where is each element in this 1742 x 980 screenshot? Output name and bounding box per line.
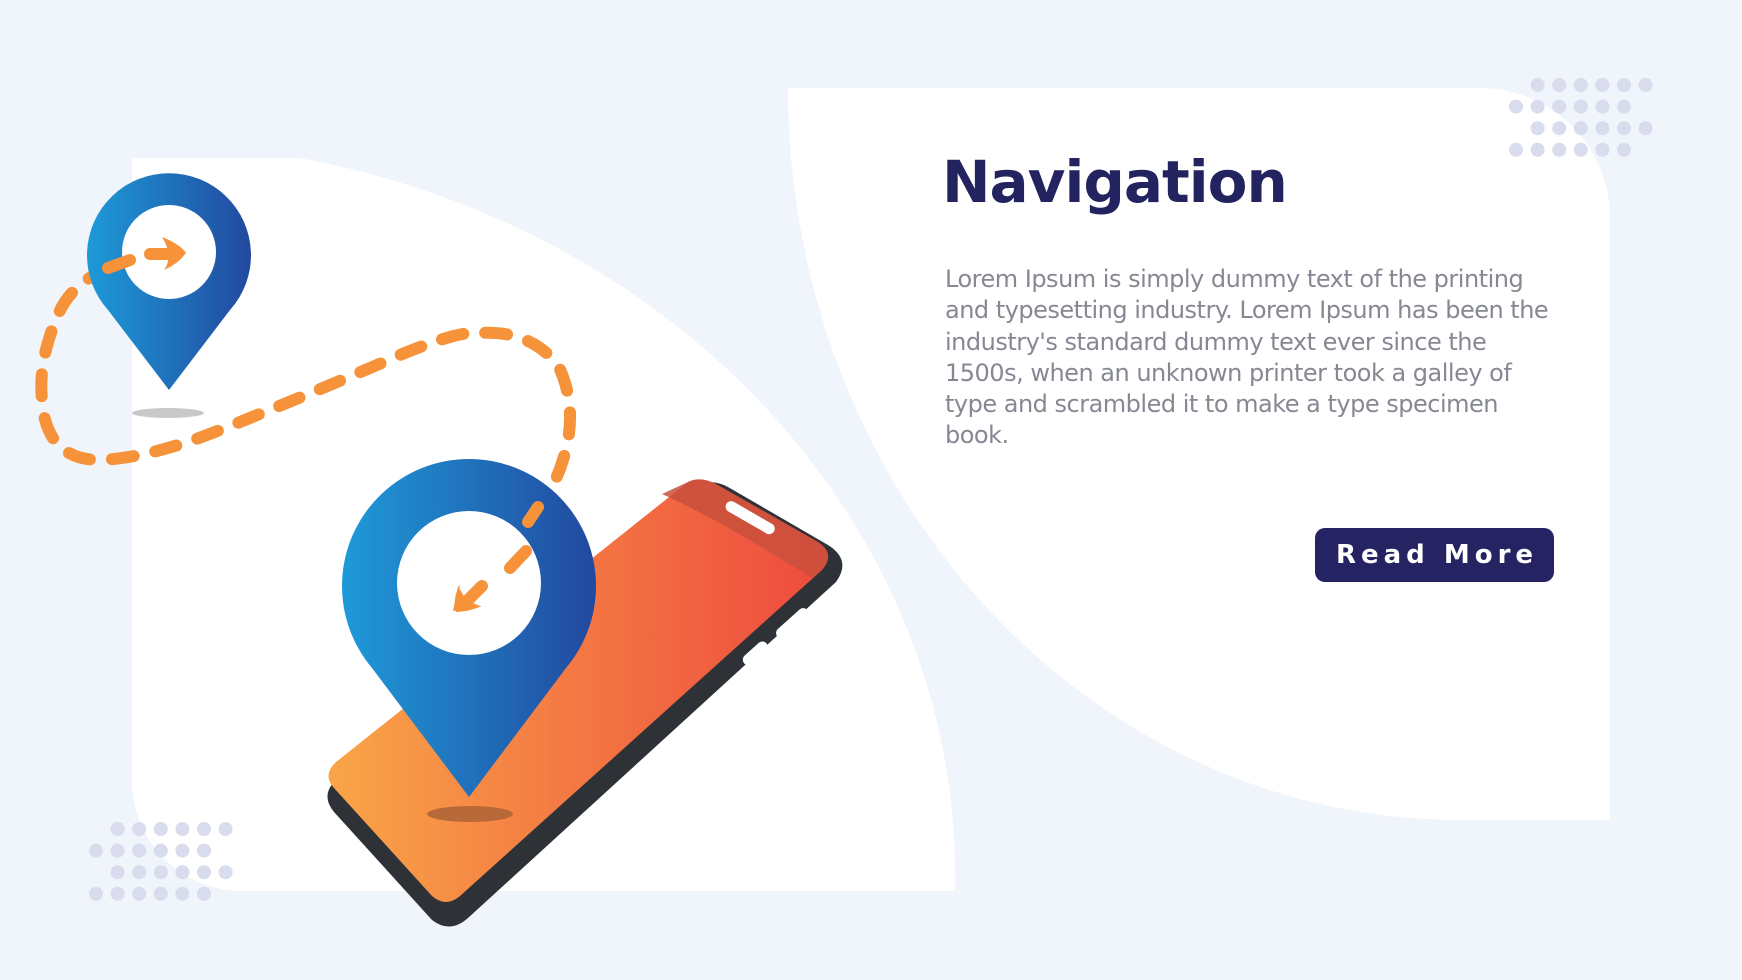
read-more-button[interactable]: Read More (1315, 528, 1554, 582)
decorative-dot (1552, 99, 1567, 114)
decorative-dot (89, 886, 103, 901)
decorative-dot (153, 822, 168, 836)
description-text: Lorem Ipsum is simply dummy text of the … (945, 265, 1549, 450)
decorative-dot (1617, 78, 1631, 92)
decorative-dot (1530, 142, 1545, 157)
decorative-dot (1573, 99, 1588, 114)
decorative-dot (132, 843, 147, 858)
decorative-dot (1573, 121, 1588, 136)
decorative-dot (175, 886, 190, 901)
decorative-dot (1573, 78, 1588, 92)
decorative-dot (153, 886, 168, 901)
decorative-dot (1552, 142, 1567, 157)
decorative-dot (1617, 142, 1631, 157)
decorative-dot (1530, 78, 1545, 92)
route-dash-inner (522, 501, 544, 528)
decorative-dot (153, 843, 168, 858)
decorative-dot (1530, 121, 1545, 136)
hero-illustration (35, 78, 1653, 927)
decorative-dot (110, 822, 125, 836)
decorative-dot (1552, 121, 1567, 136)
decorative-dot (197, 865, 211, 880)
decorative-dot (132, 886, 147, 901)
decorative-dot (110, 843, 125, 858)
decorative-dot (1573, 142, 1588, 157)
decorative-dot (197, 822, 211, 836)
decorative-dot (1509, 142, 1523, 157)
pin-shadow (132, 408, 204, 418)
decorative-dot (1638, 121, 1653, 136)
decorative-dot (132, 822, 147, 836)
decorative-dot (1595, 78, 1610, 92)
decorative-dot (218, 822, 233, 836)
decorative-dot (89, 843, 103, 858)
decorative-dot (175, 843, 190, 858)
decorative-dot (110, 865, 125, 880)
decorative-dot (1617, 121, 1631, 136)
route-dash-inner (102, 254, 136, 274)
decorative-dot (197, 886, 211, 901)
decorative-dot (1617, 99, 1631, 114)
decorative-dot (1530, 99, 1545, 114)
page-title: Navigation (942, 148, 1288, 216)
decorative-dot (1595, 121, 1610, 136)
decorative-dot (175, 865, 190, 880)
decorative-dot (218, 865, 233, 880)
decorative-dot (1552, 78, 1567, 92)
decorative-dot (153, 865, 168, 880)
pin-shadow (427, 806, 513, 822)
decorative-dot (1638, 78, 1653, 92)
decorative-dot (1595, 99, 1610, 114)
decorative-dot (110, 886, 125, 901)
decorative-dot (197, 843, 211, 858)
decorative-dot (175, 822, 190, 836)
decorative-dot (132, 865, 147, 880)
decorative-dot (1595, 142, 1610, 157)
decorative-dot (1509, 99, 1523, 114)
